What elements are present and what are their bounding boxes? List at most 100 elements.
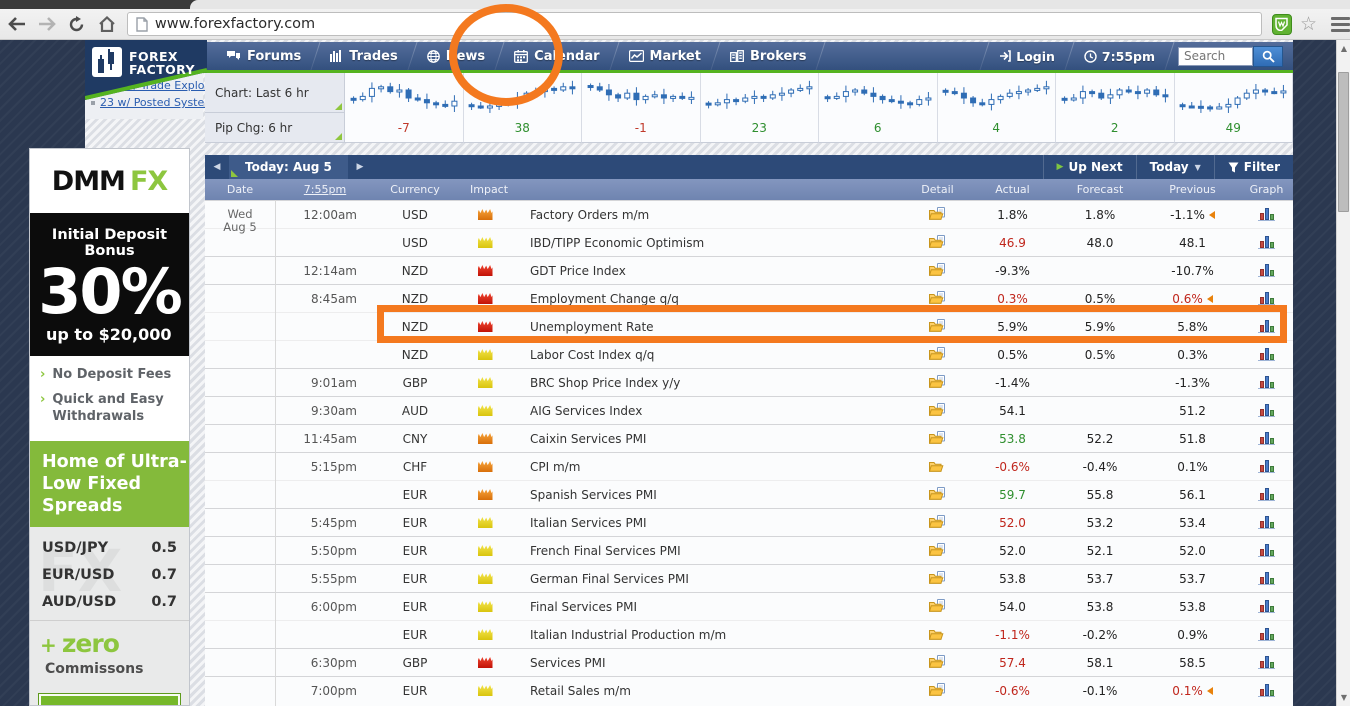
reload-icon[interactable] [64,12,89,36]
search-input[interactable] [1178,46,1253,66]
forex-factory-logo[interactable]: FOREX FACTORY [85,40,207,102]
impact-yellow-icon[interactable] [477,601,493,612]
impact-red-icon[interactable] [477,321,493,332]
folder-doc-icon[interactable] [928,598,946,615]
scroll-down-icon[interactable]: ▼ [1337,693,1350,702]
impact-yellow-icon[interactable] [477,349,493,360]
event-name[interactable]: German Final Services PMI [515,572,905,586]
impact-yellow-icon[interactable] [477,517,493,528]
mini-chart-5[interactable]: 6 [819,73,938,143]
graph-cell[interactable] [1240,516,1293,529]
nav-item-calendar[interactable]: Calendar [500,42,613,70]
graph-cell[interactable] [1240,208,1293,221]
detail-cell[interactable] [905,570,970,587]
graph-cell[interactable] [1240,404,1293,417]
event-name[interactable]: Factory Orders m/m [515,208,905,222]
nav-item-forums[interactable]: Forums [212,42,315,70]
event-name[interactable]: Italian Services PMI [515,516,905,530]
event-name[interactable]: GDT Price Index [515,264,905,278]
chart-strip-label-top[interactable]: Chart: Last 6 hr [205,73,345,113]
folder-doc-icon[interactable] [928,514,946,531]
address-bar[interactable]: www.forexfactory.com [126,12,1262,36]
chart-strip-label-bottom[interactable]: Pip Chg: 6 hr [205,113,345,143]
nav-item-market[interactable]: Market [615,42,715,70]
folder-doc-icon[interactable] [928,654,946,671]
detail-cell[interactable] [905,402,970,419]
graph-cell[interactable] [1240,460,1293,473]
event-name[interactable]: CPI m/m [515,460,905,474]
scrollbar-thumb[interactable] [1338,72,1349,212]
detail-cell[interactable] [905,346,970,363]
folder-doc-icon[interactable] [928,234,946,251]
graph-cell[interactable] [1240,600,1293,613]
browser-tab[interactable] [190,0,1350,9]
mini-chart-7[interactable]: 2 [1056,73,1175,143]
detail-cell[interactable] [905,514,970,531]
mini-chart-1[interactable]: -7 [345,73,464,143]
mini-chart-2[interactable]: 38 [463,73,582,143]
graph-cell[interactable] [1240,348,1293,361]
graph-cell[interactable] [1240,628,1293,641]
nav-item-trades[interactable]: Trades [316,42,411,70]
graph-cell[interactable] [1240,656,1293,669]
detail-cell[interactable] [905,542,970,559]
impact-orange-icon[interactable] [477,489,493,500]
impact-orange-icon[interactable] [477,209,493,220]
mini-chart-3[interactable]: -1 [582,73,701,143]
start-now-button[interactable]: Start Now [38,693,181,705]
folder-icon[interactable] [928,459,946,475]
detail-cell[interactable] [905,262,970,279]
graph-cell[interactable] [1240,572,1293,585]
dmmfx-ad[interactable]: DMM FX Initial Deposit Bonus 30% up to $2… [29,148,190,706]
search-button[interactable] [1253,45,1283,67]
event-name[interactable]: French Final Services PMI [515,544,905,558]
event-name[interactable]: BRC Shop Price Index y/y [515,376,905,390]
detail-cell[interactable] [905,234,970,251]
forward-icon[interactable] [35,12,60,36]
impact-orange-icon[interactable] [477,461,493,472]
folder-doc-icon[interactable] [928,318,946,335]
folder-doc-icon[interactable] [928,682,946,699]
event-name[interactable]: IBD/TIPP Economic Optimism [515,236,905,250]
impact-yellow-icon[interactable] [477,237,493,248]
calendar-date-tab[interactable]: Today: Aug 5 [229,155,348,179]
detail-cell[interactable] [905,682,970,699]
graph-cell[interactable] [1240,236,1293,249]
event-name[interactable]: Labor Cost Index q/q [515,348,905,362]
event-name[interactable]: Employment Change q/q [515,292,905,306]
folder-doc-icon[interactable] [928,374,946,391]
nav-item-brokers[interactable]: Brokers [716,42,821,70]
impact-yellow-icon[interactable] [477,545,493,556]
impact-yellow-icon[interactable] [477,405,493,416]
detail-cell[interactable] [905,374,970,391]
mini-chart-6[interactable]: 4 [937,73,1056,143]
folder-doc-icon[interactable] [928,570,946,587]
detail-cell[interactable] [905,654,970,671]
folder-doc-icon[interactable] [928,542,946,559]
folder-icon[interactable] [928,627,946,643]
detail-cell[interactable] [905,459,970,475]
event-name[interactable]: Services PMI [515,656,905,670]
graph-cell[interactable] [1240,376,1293,389]
impact-red-icon[interactable] [477,265,493,276]
event-name[interactable]: Spanish Services PMI [515,488,905,502]
up-next-button[interactable]: ▶ Up Next [1042,155,1136,179]
url-text[interactable]: www.forexfactory.com [155,16,315,32]
graph-cell[interactable] [1240,544,1293,557]
col-time-link[interactable]: 7:55pm [275,183,375,196]
browser-menu-icon[interactable] [1330,14,1350,35]
folder-doc-icon[interactable] [928,430,946,447]
next-day-arrow[interactable]: ▶ [348,162,372,172]
extension-icon[interactable] [1271,13,1292,35]
bookmark-star-icon[interactable]: ☆ [1300,13,1317,35]
detail-cell[interactable] [905,206,970,223]
event-name[interactable]: Unemployment Rate [515,320,905,334]
folder-doc-icon[interactable] [928,262,946,279]
range-dropdown[interactable]: Today ▼ [1135,155,1214,179]
detail-cell[interactable] [905,486,970,503]
scroll-up-icon[interactable]: ▲ [1337,44,1350,53]
folder-doc-icon[interactable] [928,486,946,503]
folder-doc-icon[interactable] [928,290,946,307]
event-name[interactable]: Retail Sales m/m [515,684,905,698]
graph-cell[interactable] [1240,264,1293,277]
